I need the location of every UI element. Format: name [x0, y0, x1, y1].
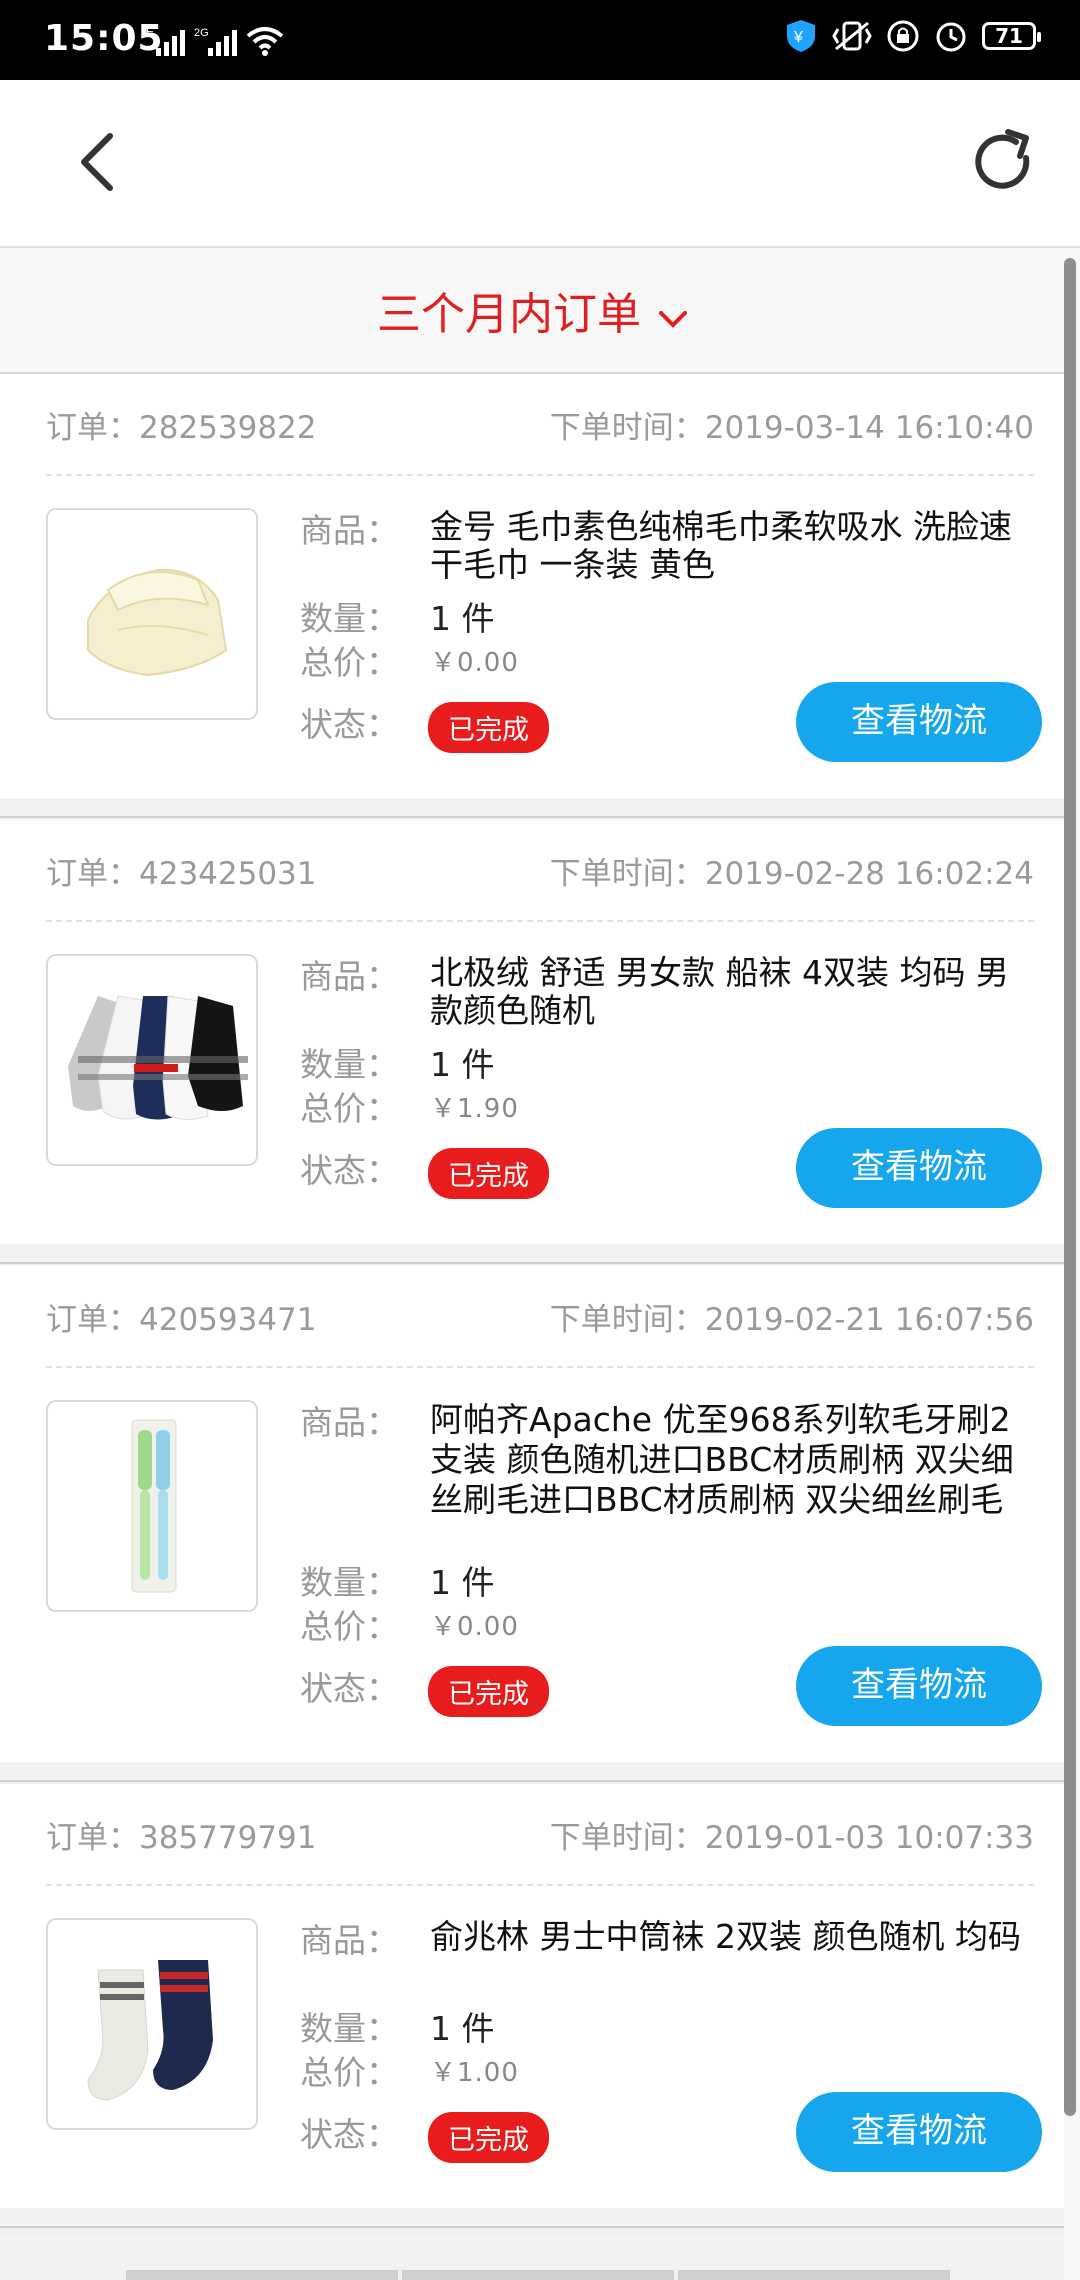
order-number: 订单：420593471	[46, 1302, 317, 1338]
order-header: 订单：282539822 下单时间：2019-03-14 16:10:40	[46, 402, 1034, 452]
total-value: ￥0.00	[430, 648, 519, 678]
refresh-icon[interactable]	[968, 128, 1038, 198]
order-card: 订单：423425031 下单时间：2019-02-28 16:02:24 商品…	[0, 820, 1064, 1264]
chevron-left-icon[interactable]	[70, 132, 130, 192]
order-list: 订单：282539822 下单时间：2019-03-14 16:10:40 商品…	[0, 374, 1064, 2230]
order-card: 订单：420593471 下单时间：2019-02-21 16:07:56 商品…	[0, 1266, 1064, 1782]
vibrate-icon	[832, 21, 872, 51]
product-label: 商品：	[300, 1921, 399, 1960]
filter-label: 三个月内订单	[377, 289, 641, 340]
total-label: 总价：	[300, 1089, 399, 1128]
peek-segment	[678, 2270, 950, 2280]
divider	[46, 1884, 1034, 1886]
svg-text:¥: ¥	[793, 29, 803, 46]
product-name[interactable]: 阿帕齐Apache 优至968系列软毛牙刷2支装 颜色随机进口BBC材质刷柄 双…	[430, 1400, 1034, 1520]
order-header: 订单：385779791 下单时间：2019-01-03 10:07:33	[46, 1812, 1034, 1862]
product-name[interactable]: 北极绒 舒适 男女款 船袜 4双装 均码 男款颜色随机	[430, 954, 1034, 1030]
order-header: 订单：420593471 下单时间：2019-02-21 16:07:56	[46, 1294, 1034, 1344]
total-label: 总价：	[300, 1607, 399, 1646]
alarm-icon	[936, 22, 966, 52]
towel-image[interactable]	[46, 508, 258, 720]
status-label: 状态：	[300, 705, 399, 744]
quantity-label: 数量：	[300, 1045, 399, 1084]
signal-icon-2: 2G	[194, 27, 237, 56]
view-logistics-button[interactable]: 查看物流	[796, 2092, 1042, 2172]
divider	[46, 474, 1034, 476]
product-label: 商品：	[300, 1403, 399, 1442]
view-logistics-button[interactable]: 查看物流	[796, 682, 1042, 762]
total-value: ￥0.00	[430, 1612, 519, 1642]
lock-rotation-icon	[887, 20, 919, 52]
order-time: 下单时间：2019-02-28 16:02:24	[549, 856, 1034, 892]
peek-segment	[402, 2270, 674, 2280]
quantity-label: 数量：	[300, 2009, 399, 2048]
order-range-filter[interactable]: 三个月内订单	[0, 248, 1064, 374]
order-card: 订单：282539822 下单时间：2019-03-14 16:10:40 商品…	[0, 374, 1064, 818]
total-value: ￥1.00	[430, 2058, 519, 2088]
order-time: 下单时间：2019-03-14 16:10:40	[549, 410, 1034, 446]
chevron-down-icon	[659, 311, 687, 328]
quantity-label: 数量：	[300, 1563, 399, 1602]
top-nav-bar	[0, 80, 1080, 248]
crew-socks-image[interactable]	[46, 1918, 258, 2130]
quantity-value: 1 件	[430, 2009, 495, 2048]
product-label: 商品：	[300, 511, 399, 550]
svg-text:E: E	[146, 26, 154, 39]
quantity-value: 1 件	[430, 1563, 495, 1602]
status-badge: 已完成	[428, 1148, 549, 1199]
order-card: 订单：385779791 下单时间：2019-01-03 10:07:33 商品…	[0, 1784, 1064, 2228]
order-number: 订单：282539822	[46, 410, 317, 446]
signal-icons: E 2G	[146, 26, 284, 56]
status-label: 状态：	[300, 1151, 399, 1190]
divider	[46, 1366, 1034, 1368]
status-right-icons: ¥ 71	[784, 18, 1041, 54]
status-badge: 已完成	[428, 1666, 549, 1717]
status-label: 状态：	[300, 1669, 399, 1708]
shield-icon: ¥	[787, 20, 815, 52]
view-logistics-button[interactable]: 查看物流	[796, 1128, 1042, 1208]
order-number: 订单：423425031	[46, 856, 317, 892]
status-bar: 15:05 E 2G ¥ 71	[0, 0, 1080, 80]
status-label: 状态：	[300, 2115, 399, 2154]
product-name[interactable]: 金号 毛巾素色纯棉毛巾柔软吸水 洗脸速干毛巾 一条装 黄色	[430, 508, 1034, 584]
scrollbar-thumb[interactable]	[1064, 258, 1076, 2116]
signal-icon: E	[146, 26, 185, 56]
total-label: 总价：	[300, 643, 399, 682]
order-time: 下单时间：2019-01-03 10:07:33	[549, 1820, 1034, 1856]
socks-image[interactable]	[46, 954, 258, 1166]
quantity-label: 数量：	[300, 599, 399, 638]
peek-segment	[126, 2270, 398, 2280]
product-name[interactable]: 俞兆林 男士中筒袜 2双装 颜色随机 均码	[430, 1918, 1034, 1956]
status-badge: 已完成	[428, 2112, 549, 2163]
toothbrush-image[interactable]	[46, 1400, 258, 1612]
divider	[46, 920, 1034, 922]
order-number: 订单：385779791	[46, 1820, 317, 1856]
quantity-value: 1 件	[430, 1045, 495, 1084]
status-badge: 已完成	[428, 702, 549, 753]
quantity-value: 1 件	[430, 599, 495, 638]
battery-icon: 71	[982, 22, 1041, 50]
view-logistics-button[interactable]: 查看物流	[796, 1646, 1042, 1726]
order-time: 下单时间：2019-02-21 16:07:56	[549, 1302, 1034, 1338]
total-value: ￥1.90	[430, 1094, 519, 1124]
svg-text:2G: 2G	[194, 27, 209, 39]
wifi-icon	[246, 27, 284, 56]
next-card-tabs	[126, 2270, 950, 2280]
product-label: 商品：	[300, 957, 399, 996]
total-label: 总价：	[300, 2053, 399, 2092]
order-header: 订单：423425031 下单时间：2019-02-28 16:02:24	[46, 848, 1034, 898]
